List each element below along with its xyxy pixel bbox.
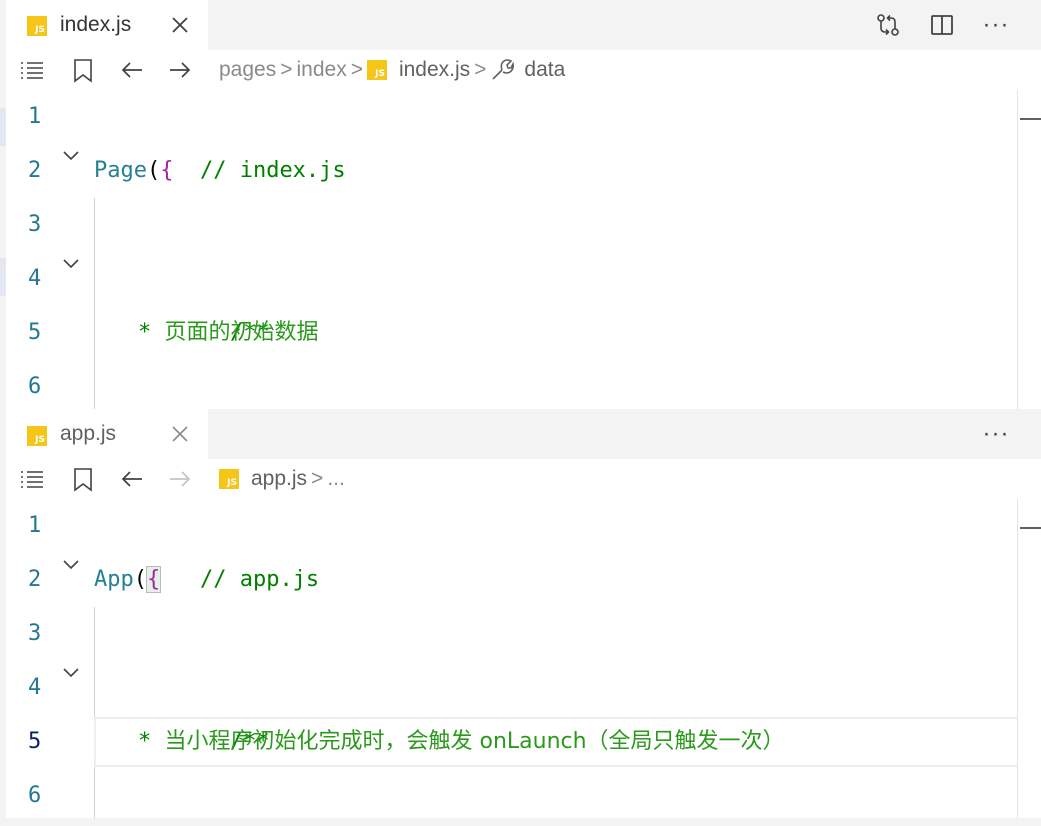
code-line: Page({ xyxy=(94,144,173,198)
breadcrumb: JS app.js >... xyxy=(219,466,345,492)
line-number-gutter: 1 2 3 4 5 6 xyxy=(6,499,94,818)
chevron-right-icon: > xyxy=(311,467,324,490)
code-line: App({ xyxy=(94,553,162,607)
chevron-down-icon[interactable] xyxy=(62,149,80,163)
tab-index-js[interactable]: JS index.js xyxy=(6,0,208,50)
js-file-icon: JS xyxy=(27,426,47,446)
code-editor[interactable]: 1 2 3 4 5 6 // index.js Page({ /** * 页面的… xyxy=(6,90,1041,409)
js-file-icon: JS xyxy=(366,60,387,80)
more-actions-icon[interactable]: ··· xyxy=(982,11,1010,39)
brace: { xyxy=(160,158,174,183)
tab-app-js[interactable]: JS app.js xyxy=(6,409,208,459)
editor-group-top: JS index.js ··· pages > index > JS index… xyxy=(6,0,1041,409)
breadcrumb-toolbar: JS app.js >... xyxy=(6,459,1041,499)
line-number-gutter: 1 2 3 4 5 6 xyxy=(6,90,94,409)
line-number-current: 5 xyxy=(28,729,42,754)
breadcrumb-file[interactable]: index.js xyxy=(399,57,470,83)
comment-text: 页面的初始数据 xyxy=(164,320,319,345)
line-number: 4 xyxy=(28,266,42,291)
breadcrumb-folder-pages[interactable]: pages xyxy=(219,57,276,83)
line-number: 2 xyxy=(28,567,42,592)
identifier: App xyxy=(94,567,134,592)
comment-text: 当小程序初始化完成时，会触发 onLaunch（全局只触发一次） xyxy=(164,729,785,754)
chevron-down-icon[interactable] xyxy=(62,257,80,271)
compare-changes-icon[interactable] xyxy=(874,11,902,39)
close-icon[interactable] xyxy=(168,421,192,447)
code-line: * 当小程序初始化完成时，会触发 onLaunch（全局只触发一次） xyxy=(138,715,785,769)
code-editor[interactable]: 1 2 3 4 5 6 // app.js App({ /** * 当小程序初始… xyxy=(6,499,1041,818)
code-line: /** xyxy=(124,252,270,345)
comment-prefix: * xyxy=(138,320,165,345)
comment-text: // app.js xyxy=(199,567,320,592)
breadcrumb-ellipsis[interactable]: ... xyxy=(327,466,345,492)
paren: ( xyxy=(133,567,147,592)
chevron-down-icon[interactable] xyxy=(62,666,80,680)
breadcrumb-toolbar: pages > index > JS index.js > data xyxy=(6,50,1041,90)
line-number: 4 xyxy=(28,675,42,700)
comment-text: // index.js xyxy=(199,158,346,183)
code-area[interactable]: // app.js App({ /** * 当小程序初始化完成时，会触发 onL… xyxy=(94,499,1039,818)
bookmark-icon[interactable] xyxy=(70,57,96,83)
code-line: // app.js xyxy=(94,499,319,592)
code-line: /** xyxy=(124,661,270,754)
arrow-left-icon[interactable] xyxy=(119,466,145,492)
editor-group-bottom: JS app.js ··· JS app.js > ... 1 2 3 4 5 … xyxy=(6,409,1041,818)
breadcrumb: pages > index > JS index.js > data xyxy=(219,57,565,83)
code-line: */ xyxy=(138,769,270,818)
js-file-icon: JS xyxy=(219,469,239,489)
line-number: 1 xyxy=(28,513,42,538)
tab-label: app.js xyxy=(60,422,117,445)
line-number: 6 xyxy=(28,783,42,808)
breadcrumb-symbol-data[interactable]: data xyxy=(524,57,565,83)
chevron-right-icon: > xyxy=(350,58,363,81)
code-area[interactable]: // index.js Page({ /** * 页面的初始数据 */ xyxy=(94,90,1024,409)
line-number: 3 xyxy=(28,621,42,646)
chevron-down-icon[interactable] xyxy=(62,558,80,572)
identifier: Page xyxy=(94,158,147,183)
line-number: 1 xyxy=(28,104,42,129)
overview-ruler-cursor xyxy=(1020,527,1041,529)
chevron-right-icon: > xyxy=(474,58,487,81)
wrench-icon xyxy=(490,57,515,83)
arrow-right-icon[interactable] xyxy=(167,57,193,83)
overview-ruler-cursor xyxy=(1020,118,1041,120)
arrow-right-icon[interactable] xyxy=(167,466,193,492)
outline-icon[interactable] xyxy=(19,57,45,83)
line-number: 2 xyxy=(28,158,42,183)
close-icon[interactable] xyxy=(168,12,192,38)
breadcrumb-folder-index[interactable]: index xyxy=(296,57,346,83)
line-number: 5 xyxy=(28,320,42,345)
tab-bar: JS index.js ··· xyxy=(6,0,1041,50)
vertical-scrollbar[interactable] xyxy=(1017,90,1041,409)
more-actions-icon[interactable]: ··· xyxy=(982,420,1010,448)
tab-label: index.js xyxy=(60,13,132,36)
code-line: * 页面的初始数据 xyxy=(138,306,319,360)
js-file-icon: JS xyxy=(27,16,47,36)
code-line: */ xyxy=(138,360,270,409)
bookmark-icon[interactable] xyxy=(70,466,96,492)
line-number: 6 xyxy=(28,374,42,399)
vertical-scrollbar[interactable] xyxy=(1017,499,1041,818)
code-line: // index.js xyxy=(94,90,346,183)
comment-prefix: * xyxy=(138,729,165,754)
tab-bar: JS app.js ··· xyxy=(6,409,1041,459)
brace-match-highlight: { xyxy=(145,566,162,593)
outline-icon[interactable] xyxy=(19,466,45,492)
split-editor-icon[interactable] xyxy=(928,11,956,39)
chevron-right-icon: > xyxy=(280,58,293,81)
breadcrumb-file[interactable]: app.js xyxy=(251,466,307,492)
status-strip xyxy=(0,818,1041,826)
line-number: 3 xyxy=(28,212,42,237)
paren: ( xyxy=(146,158,161,183)
arrow-left-icon[interactable] xyxy=(119,57,145,83)
